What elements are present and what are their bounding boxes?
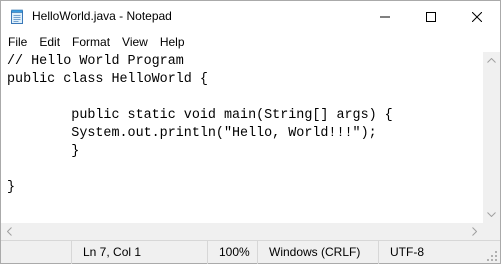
editor-line: public static void main(String[] args) { — [7, 108, 393, 123]
menu-help[interactable]: Help — [154, 32, 191, 52]
scrollbar-corner — [483, 223, 500, 240]
menu-edit[interactable]: Edit — [33, 32, 66, 52]
menu-format[interactable]: Format — [66, 32, 116, 52]
editor-line: } — [7, 144, 80, 159]
encoding: UTF-8 — [378, 241, 448, 264]
menu-file[interactable]: File — [1, 32, 33, 52]
resize-grip-icon[interactable] — [486, 249, 498, 261]
close-button[interactable] — [454, 1, 500, 32]
editor-line: // Hello World Program — [7, 54, 184, 69]
editor-line: } — [7, 180, 16, 195]
notepad-window: HelloWorld.java - Notepad File Edit Form… — [0, 0, 501, 264]
chevron-left-icon — [7, 227, 12, 236]
chevron-right-icon — [472, 227, 477, 236]
scroll-down-button[interactable] — [483, 206, 500, 223]
editor-line: public class HelloWorld { — [7, 72, 208, 87]
notepad-icon[interactable] — [9, 9, 25, 25]
close-icon — [472, 11, 482, 22]
maximize-button[interactable] — [408, 1, 454, 32]
status-bar: Ln 7, Col 1 100% Windows (CRLF) UTF-8 — [1, 240, 500, 264]
cursor-position: Ln 7, Col 1 — [71, 241, 207, 264]
zoom-level: 100% — [207, 241, 257, 264]
scroll-left-button[interactable] — [1, 223, 18, 240]
chevron-up-icon — [487, 58, 496, 63]
scroll-right-button[interactable] — [466, 223, 483, 240]
menu-view[interactable]: View — [116, 32, 154, 52]
minimize-icon — [380, 16, 390, 17]
minimize-button[interactable] — [362, 1, 408, 32]
chevron-down-icon — [487, 212, 496, 217]
title-bar[interactable]: HelloWorld.java - Notepad — [1, 1, 500, 32]
horizontal-scrollbar[interactable] — [1, 223, 483, 240]
editor-line: System.out.println("Hello, World!!!"); — [7, 126, 377, 141]
vertical-scrollbar[interactable] — [483, 52, 500, 223]
line-endings: Windows (CRLF) — [257, 241, 378, 264]
menu-bar: File Edit Format View Help — [1, 32, 500, 52]
maximize-icon — [426, 11, 436, 22]
scroll-up-button[interactable] — [483, 52, 500, 69]
text-editor[interactable]: // Hello World Program public class Hell… — [1, 52, 483, 223]
window-title: HelloWorld.java - Notepad — [32, 9, 172, 23]
